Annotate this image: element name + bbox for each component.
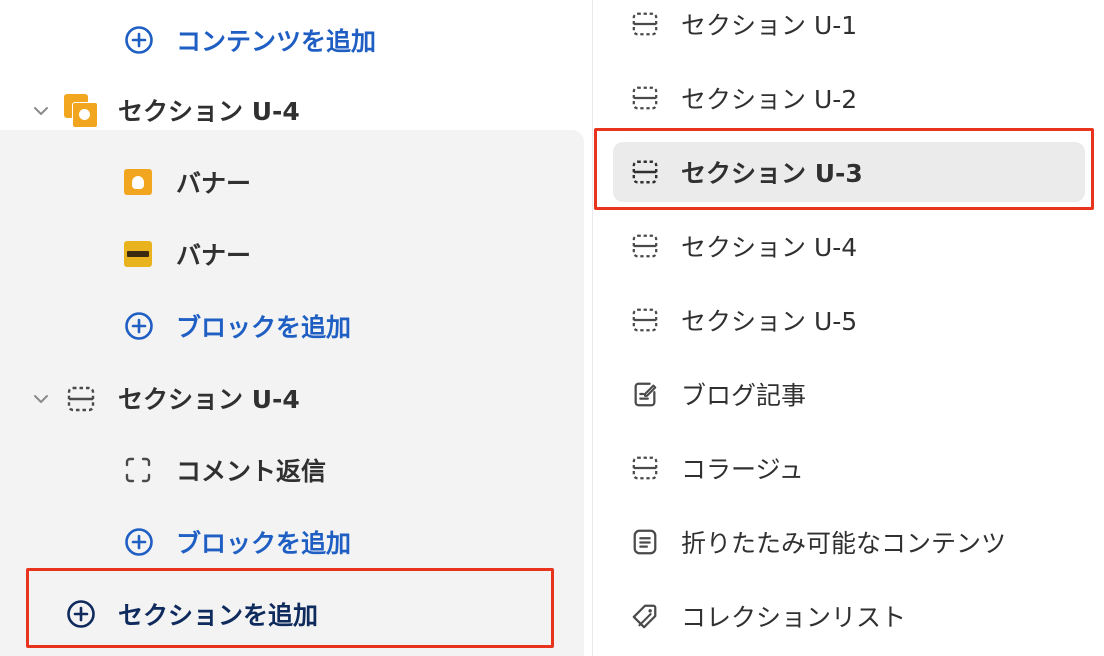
highlight-box-section-u3 xyxy=(594,128,1094,210)
block-item-banner[interactable]: バナー xyxy=(176,162,251,202)
add-block-button[interactable]: ブロックを追加 xyxy=(124,306,351,346)
plus-circle-icon xyxy=(125,26,153,54)
add-content-label: コンテンツを追加 xyxy=(176,27,377,56)
plus-circle-icon xyxy=(125,312,153,340)
section-icon xyxy=(632,86,658,110)
section-title: セクション U-4 xyxy=(118,385,300,414)
banner-thumbnail-icon xyxy=(124,241,152,267)
menu-item-label: 折りたたみ可能なコンテンツ xyxy=(681,529,1007,558)
block-label: バナー xyxy=(176,241,252,270)
menu-item-collage[interactable]: コラージュ xyxy=(613,438,1085,498)
section-icon xyxy=(67,386,95,412)
section-item-u4-comment[interactable]: セクション U-4 xyxy=(118,378,300,418)
menu-item-section-u2[interactable]: セクション U-2 xyxy=(613,68,1085,128)
highlight-box-add-section xyxy=(26,568,554,648)
add-block-label: ブロックを追加 xyxy=(176,529,352,558)
add-content-button[interactable]: コンテンツを追加 xyxy=(124,20,376,60)
add-block-label: ブロックを追加 xyxy=(176,313,352,342)
menu-item-label: セクション U-2 xyxy=(681,85,858,114)
menu-item-label: セクション U-1 xyxy=(681,11,858,40)
section-item-u4-banners[interactable]: セクション U-4 xyxy=(118,90,300,130)
section-icon xyxy=(632,12,658,36)
section-icon xyxy=(632,234,658,258)
section-thumbnail-icon xyxy=(64,94,98,128)
block-item-banner[interactable]: バナー xyxy=(176,234,251,274)
blog-post-icon xyxy=(634,382,657,407)
tag-icon xyxy=(632,604,657,629)
menu-item-collection-list[interactable]: コレクションリスト xyxy=(613,586,1085,646)
menu-item-label: コラージュ xyxy=(681,455,804,484)
menu-item-collapsible-content[interactable]: 折りたたみ可能なコンテンツ xyxy=(613,512,1085,572)
section-title: セクション U-4 xyxy=(118,97,300,126)
chevron-down-icon[interactable] xyxy=(32,390,50,408)
plus-circle-icon xyxy=(125,528,153,556)
banner-thumbnail-icon xyxy=(124,169,152,195)
dashed-square-icon xyxy=(125,457,151,483)
section-tree-panel: コンテンツを追加 セクション U-4 バナー バナー ブロックを追加 セクション… xyxy=(0,0,592,656)
menu-item-label: セクション U-4 xyxy=(681,233,858,262)
block-label: バナー xyxy=(176,169,252,198)
menu-item-section-u1[interactable]: セクション U-1 xyxy=(613,0,1085,54)
menu-item-section-u4[interactable]: セクション U-4 xyxy=(613,216,1085,276)
section-picker-menu: セクション U-1 セクション U-2 セクション U-3 セクション U-4 … xyxy=(592,0,1104,656)
menu-item-section-u5[interactable]: セクション U-5 xyxy=(613,290,1085,350)
block-label: コメント返信 xyxy=(176,457,327,486)
menu-item-label: セクション U-5 xyxy=(681,307,858,336)
section-icon xyxy=(632,308,658,332)
add-block-button[interactable]: ブロックを追加 xyxy=(124,522,351,562)
menu-item-blog-post[interactable]: ブログ記事 xyxy=(613,364,1085,424)
block-item-comment-reply[interactable]: コメント返信 xyxy=(176,450,326,490)
chevron-down-icon[interactable] xyxy=(32,102,50,120)
menu-item-label: ブログ記事 xyxy=(681,381,807,410)
section-icon xyxy=(632,456,658,480)
menu-item-label: コレクションリスト xyxy=(681,603,907,632)
collapsible-content-icon xyxy=(633,529,657,555)
